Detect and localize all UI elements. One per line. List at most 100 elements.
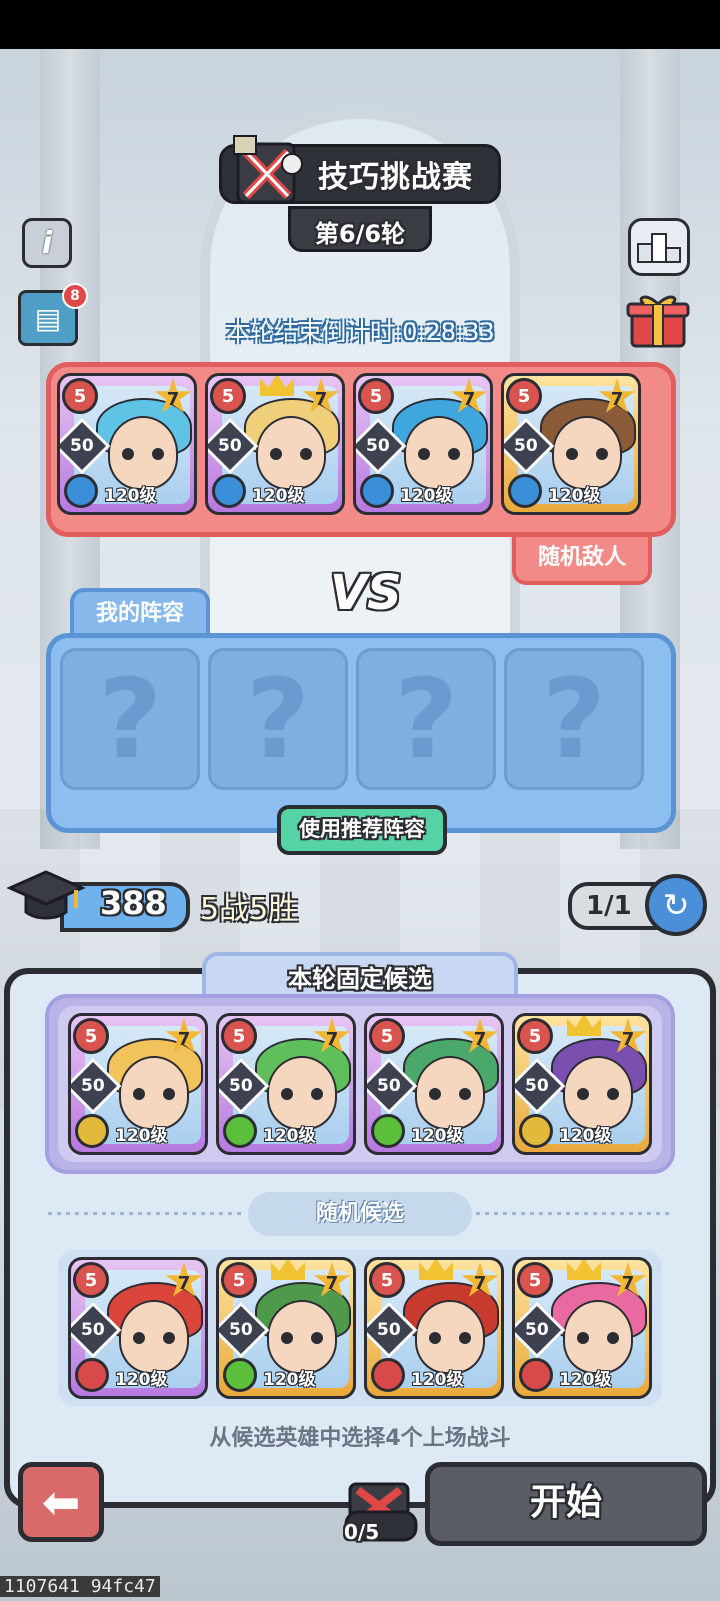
my-lineup-tab: 我的阵容 — [70, 588, 210, 636]
hero-rank-badge: 5 — [221, 1018, 257, 1054]
hero-face — [404, 416, 474, 490]
hero-level: 50 — [377, 1319, 401, 1340]
hero-eye — [122, 448, 134, 460]
empty-hero-slot[interactable]: ? — [208, 648, 348, 790]
selected-count: 0/5 — [344, 1520, 380, 1544]
hero-grade: 120级 — [411, 1126, 464, 1146]
hero-grade: 120级 — [252, 486, 305, 506]
hero-eye — [133, 1332, 145, 1344]
back-button[interactable]: ⬅ — [18, 1462, 104, 1542]
hero-eye — [607, 1088, 619, 1100]
hero-rank-badge: 5 — [517, 1018, 553, 1054]
hero-eye — [448, 448, 460, 460]
hero-grade: 120级 — [115, 1126, 168, 1146]
hero-eye — [311, 1088, 323, 1100]
element-icon — [371, 1114, 405, 1148]
hero-face — [267, 1056, 337, 1130]
hero-grade: 120级 — [559, 1370, 612, 1390]
use-recommended-lineup-button[interactable]: 使用推荐阵容 — [277, 805, 447, 855]
hero-card[interactable]: 5 7 50 120级 — [68, 1013, 208, 1155]
graduation-cap-icon — [6, 862, 86, 928]
info-button[interactable]: i — [22, 218, 72, 268]
battle-record: 5战5胜 — [200, 892, 299, 927]
hero-eye — [163, 1088, 175, 1100]
hero-rank-badge: 5 — [210, 378, 246, 414]
hero-card[interactable]: 5 7 50 120级 — [364, 1257, 504, 1399]
hero-card[interactable]: 5 7 50 120级 — [353, 373, 493, 515]
hero-rank-badge: 5 — [358, 378, 394, 414]
hero-grade: 120级 — [411, 1370, 464, 1390]
hero-card[interactable]: 5 7 50 120级 — [501, 373, 641, 515]
hero-eye — [566, 448, 578, 460]
hero-eye — [577, 1088, 589, 1100]
gift-icon — [626, 295, 690, 348]
random-candidates-label: 随机候选 — [248, 1192, 472, 1236]
hero-level: 50 — [81, 1319, 105, 1340]
hero-card[interactable]: 5 7 50 120级 — [512, 1257, 652, 1399]
element-icon — [223, 1114, 257, 1148]
hero-grade: 120级 — [115, 1370, 168, 1390]
back-arrow-icon: ⬅ — [41, 1475, 81, 1529]
hero-face — [119, 1056, 189, 1130]
hero-card[interactable]: 5 7 50 120级 — [68, 1257, 208, 1399]
hero-rank-badge: 5 — [221, 1262, 257, 1298]
hero-face — [256, 416, 326, 490]
hero-face — [119, 1300, 189, 1374]
element-icon — [360, 474, 394, 508]
hero-level: 50 — [525, 1319, 549, 1340]
hero-eye — [163, 1332, 175, 1344]
empty-hero-slot[interactable]: ? — [504, 648, 644, 790]
book-icon: ▤ — [34, 301, 62, 335]
hero-eye — [133, 1088, 145, 1100]
gift-button[interactable] — [626, 290, 690, 350]
empty-hero-slot[interactable]: ? — [356, 648, 496, 790]
element-icon — [508, 474, 542, 508]
element-icon — [519, 1358, 553, 1392]
random-hero-row: 5 7 50 120级 5 7 50 120级 5 7 50 120级 5 7 50 120级 — [68, 1257, 652, 1399]
hero-card[interactable]: 5 7 50 120级 — [205, 373, 345, 515]
empty-hero-slot[interactable]: ? — [60, 648, 200, 790]
hero-rank-badge: 5 — [506, 378, 542, 414]
hero-level: 50 — [366, 435, 390, 456]
hero-grade: 120级 — [559, 1126, 612, 1146]
hero-card[interactable]: 5 7 50 120级 — [216, 1257, 356, 1399]
element-icon — [223, 1358, 257, 1392]
crown-icon — [419, 1260, 453, 1280]
hero-rank-badge: 5 — [62, 378, 98, 414]
element-icon — [75, 1114, 109, 1148]
round-indicator: 第6/6轮 — [314, 220, 406, 248]
hero-eye — [281, 1332, 293, 1344]
exp-value: 388 — [100, 884, 167, 922]
hero-level: 50 — [70, 435, 94, 456]
hero-level: 50 — [377, 1075, 401, 1096]
element-icon — [75, 1358, 109, 1392]
hero-rank-badge: 5 — [517, 1262, 553, 1298]
hero-eye — [596, 448, 608, 460]
hero-card[interactable]: 5 7 50 120级 — [57, 373, 197, 515]
hero-eye — [577, 1332, 589, 1344]
hero-eye — [607, 1332, 619, 1344]
quest-notification-badge: 8 — [62, 283, 88, 309]
challenge-emblem-icon — [232, 134, 308, 208]
start-button[interactable]: 开始 — [425, 1462, 707, 1546]
divider-right — [476, 1212, 672, 1215]
info-icon: i — [41, 225, 53, 261]
my-lineup-slots: ? ? ? ? — [60, 648, 644, 790]
hero-grade: 120级 — [263, 1126, 316, 1146]
hero-level: 50 — [525, 1075, 549, 1096]
hero-eye — [429, 1088, 441, 1100]
random-enemy-tag: 随机敌人 — [512, 537, 652, 585]
hero-eye — [281, 1088, 293, 1100]
refresh-button[interactable]: ↻ — [645, 874, 707, 936]
ranking-button[interactable] — [628, 218, 690, 276]
hero-eye — [429, 1332, 441, 1344]
hero-card[interactable]: 5 7 50 120级 — [216, 1013, 356, 1155]
hero-grade: 120级 — [400, 486, 453, 506]
hero-face — [415, 1300, 485, 1374]
hero-card[interactable]: 5 7 50 120级 — [364, 1013, 504, 1155]
hero-eye — [459, 1332, 471, 1344]
hero-card[interactable]: 5 7 50 120级 — [512, 1013, 652, 1155]
hero-grade: 120级 — [548, 486, 601, 506]
hero-eye — [418, 448, 430, 460]
hero-level: 50 — [229, 1075, 253, 1096]
